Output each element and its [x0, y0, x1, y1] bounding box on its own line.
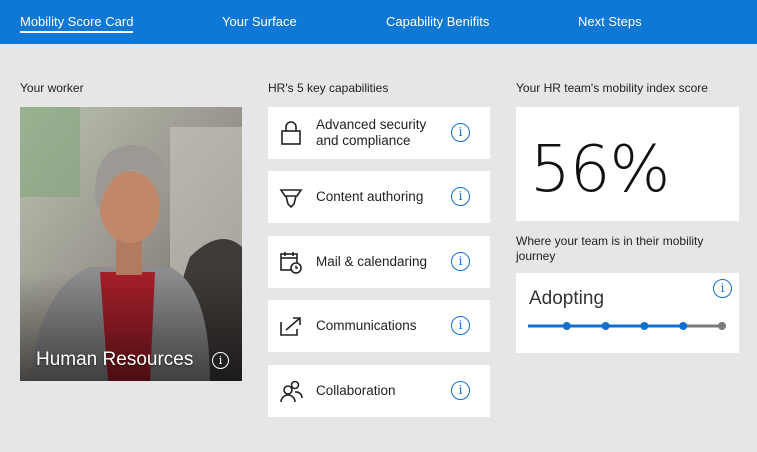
tab-mobility-score-card[interactable]: Mobility Score Card	[20, 0, 134, 44]
worker-department: Human Resources	[36, 349, 194, 370]
share-arrow-icon	[280, 317, 301, 336]
score-section-label: Your HR team's mobility index score	[516, 81, 708, 95]
journey-step-marker	[718, 322, 726, 330]
info-icon[interactable]: i	[451, 187, 470, 206]
mobility-score-value: 56%	[530, 133, 670, 207]
info-icon[interactable]: i	[451, 316, 470, 335]
capability-card-content-authoring[interactable]: Content authoring i	[268, 171, 490, 223]
info-icon[interactable]: i	[451, 123, 470, 142]
capability-label: Mail & calendaring	[316, 254, 428, 269]
journey-card: Adopting i	[516, 273, 739, 353]
worker-photo	[20, 107, 242, 381]
journey-step-marker	[679, 322, 688, 330]
journey-progress-track	[528, 322, 726, 330]
worker-card[interactable]: Human Resources i	[20, 107, 242, 381]
calendar-clock-icon	[280, 252, 302, 274]
tab-capability-benefits[interactable]: Capability Benifits	[386, 0, 489, 44]
tab-your-surface[interactable]: Your Surface	[222, 0, 297, 44]
capability-label: Communications	[316, 318, 417, 333]
info-icon[interactable]: i	[451, 252, 470, 271]
journey-step-marker	[601, 322, 610, 330]
info-icon[interactable]: i	[212, 352, 229, 369]
capability-card-collaboration[interactable]: Collaboration i	[268, 365, 490, 417]
journey-step-marker	[640, 322, 649, 330]
top-nav: Mobility Score Card Your Surface Capabil…	[0, 0, 757, 44]
capability-label: Advanced security and compliance	[316, 117, 427, 148]
info-icon[interactable]: i	[713, 279, 732, 298]
lock-icon	[281, 121, 301, 145]
journey-label: Where your team is in their mobility jou…	[516, 234, 704, 263]
capabilities-section-label: HR's 5 key capabilities	[268, 81, 389, 95]
info-icon[interactable]: i	[451, 381, 470, 400]
tab-next-steps[interactable]: Next Steps	[578, 0, 642, 44]
capability-label: Content authoring	[316, 189, 424, 204]
worker-section-label: Your worker	[20, 81, 84, 95]
capability-label: Collaboration	[316, 383, 396, 398]
score-card: 56%	[516, 107, 739, 221]
capability-card-mail-calendaring[interactable]: Mail & calendaring i	[268, 236, 490, 288]
journey-stage: Adopting	[529, 288, 605, 309]
people-icon	[280, 380, 303, 403]
journey-step-marker	[562, 322, 571, 330]
capability-card-security[interactable]: Advanced security and compliance i	[268, 107, 490, 159]
pen-icon	[279, 189, 303, 209]
capability-card-communications[interactable]: Communications i	[268, 300, 490, 352]
